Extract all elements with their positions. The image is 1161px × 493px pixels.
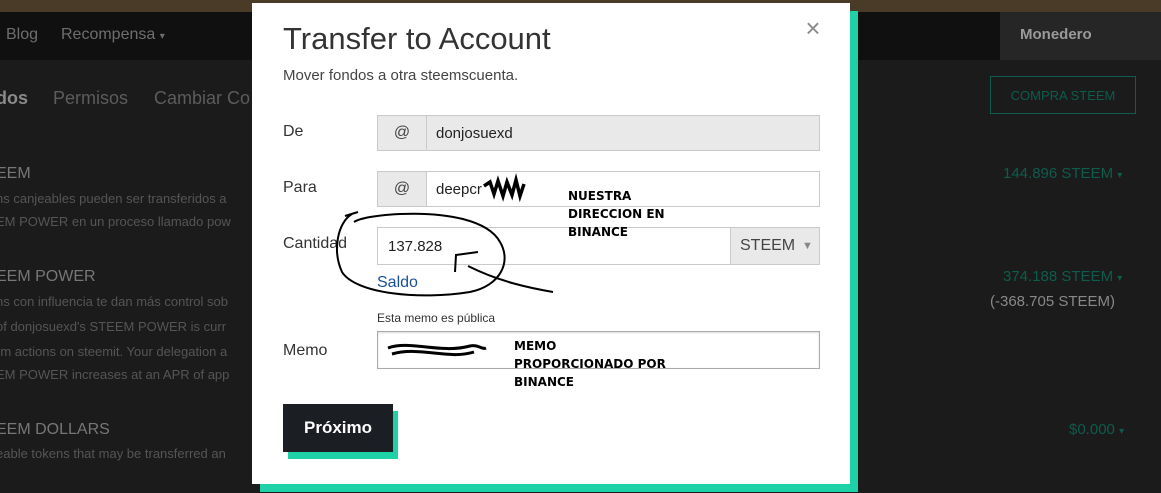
- steem-balance[interactable]: 144.896 STEEM ▾: [1003, 165, 1122, 182]
- to-field[interactable]: @ deepcr: [377, 171, 820, 207]
- at-sign-icon: @: [378, 172, 427, 206]
- nav-item-blog[interactable]: Blog: [6, 26, 38, 44]
- transfer-modal: × Transfer to Account Mover fondos a otr…: [252, 3, 850, 484]
- next-button[interactable]: Próximo: [283, 404, 393, 452]
- from-label: De: [283, 123, 304, 140]
- tab-permisos[interactable]: Permisos: [53, 88, 128, 109]
- at-sign-icon: @: [378, 116, 427, 150]
- chevron-down-icon: ▾: [1119, 426, 1125, 437]
- balance-link[interactable]: Saldo: [377, 274, 418, 292]
- modal-subtitle: Mover fondos a otra steemscuenta.: [283, 67, 519, 84]
- currency-select[interactable]: STEEM ▼: [730, 227, 820, 265]
- amount-label: Cantidad: [283, 235, 348, 252]
- steem-power-desc-line: ns con influencia te dan más control sob: [0, 294, 228, 309]
- steem-power-desc-line: EM POWER increases at an APR of app: [0, 367, 230, 382]
- to-value: deepcr: [436, 181, 482, 198]
- tab-cambiar-contrasena[interactable]: Cambiar Co: [154, 88, 250, 109]
- delegated-amount: (-368.705 STEEM): [990, 293, 1116, 310]
- chevron-down-icon: ▾: [1117, 170, 1123, 181]
- steem-power-desc-line: rm actions on steemit. Your delegation a: [0, 344, 228, 359]
- steem-power-heading: EEM POWER: [0, 268, 96, 285]
- amount-value: 137.828: [388, 238, 443, 255]
- steem-heading: EEM: [0, 165, 31, 182]
- steem-dollars-desc-line: eable tokens that may be transferred an: [0, 446, 226, 461]
- steem-desc-line: ns canjeables pueden ser transferidos a: [0, 191, 227, 206]
- chevron-down-icon: ▼: [802, 240, 813, 252]
- steem-power-balance[interactable]: 374.188 STEEM ▾: [1003, 268, 1122, 285]
- to-label: Para: [283, 179, 317, 196]
- from-field: @ donjosuexd: [377, 115, 820, 151]
- amount-input[interactable]: 137.828: [377, 227, 732, 265]
- memo-label: Memo: [283, 342, 328, 359]
- steem-dollars-heading: EEM DOLLARS: [0, 421, 110, 438]
- from-value: donjosuexd: [436, 125, 513, 142]
- tab-fondos[interactable]: dos: [0, 88, 28, 109]
- chevron-down-icon: ▾: [159, 31, 165, 42]
- steem-power-desc-line: of donjosuexd's STEEM POWER is curr: [0, 319, 227, 334]
- currency-value: STEEM: [740, 237, 796, 254]
- memo-input[interactable]: [377, 331, 820, 369]
- steem-dollars-balance[interactable]: $0.000 ▾: [1069, 421, 1124, 438]
- nav-item-wallet[interactable]: Monedero: [1000, 12, 1161, 60]
- buy-steem-button[interactable]: COMPRA STEEM: [990, 76, 1136, 114]
- chevron-down-icon: ▾: [1117, 273, 1123, 284]
- modal-title: Transfer to Account: [283, 21, 551, 56]
- close-icon[interactable]: ×: [802, 13, 824, 43]
- nav-item-recompensa[interactable]: Recompensa ▾: [61, 26, 165, 44]
- memo-public-note: Esta memo es pública: [377, 311, 496, 325]
- steem-desc-line: EM POWER en un proceso llamado pow: [0, 214, 231, 229]
